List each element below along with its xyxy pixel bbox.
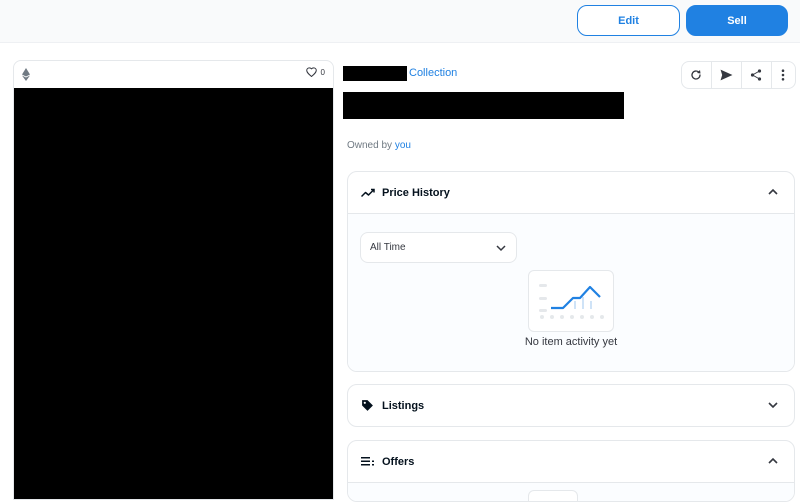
item-toolbar xyxy=(681,61,796,89)
empty-offers-illustration xyxy=(528,490,578,501)
list-icon xyxy=(361,455,375,469)
chevron-up-icon xyxy=(768,457,778,464)
price-history-panel: Price History All Time No item activity … xyxy=(347,171,795,372)
empty-chart-icon xyxy=(539,284,604,319)
send-icon xyxy=(720,69,733,81)
offers-panel: Offers xyxy=(347,440,795,502)
refresh-button[interactable] xyxy=(682,62,712,88)
asset-card-header: 0 xyxy=(14,61,333,88)
transfer-button[interactable] xyxy=(712,62,742,88)
price-history-title: Price History xyxy=(382,186,450,199)
listings-header[interactable]: Listings xyxy=(348,385,794,426)
share-button[interactable] xyxy=(742,62,772,88)
time-filter-select[interactable]: All Time xyxy=(360,232,517,263)
chevron-down-icon xyxy=(496,245,506,252)
favorite-button[interactable]: 0 xyxy=(305,67,325,77)
listings-title: Listings xyxy=(382,399,425,412)
asset-image xyxy=(14,88,333,499)
more-options-button[interactable] xyxy=(772,62,795,88)
heart-icon xyxy=(305,67,317,77)
empty-chart-illustration xyxy=(528,270,614,332)
chevron-up-icon xyxy=(768,188,778,195)
owner-link[interactable]: you xyxy=(395,140,411,151)
redacted-item-title xyxy=(343,92,624,119)
offers-title: Offers xyxy=(382,455,415,468)
more-icon xyxy=(782,69,785,81)
chevron-down-icon xyxy=(768,402,778,409)
no-activity-message: No item activity yet xyxy=(524,336,618,348)
tag-icon xyxy=(361,399,375,413)
listings-panel: Listings xyxy=(347,384,795,427)
time-filter-value: All Time xyxy=(370,242,406,253)
offers-body xyxy=(348,482,794,501)
ethereum-icon xyxy=(22,68,30,81)
favorite-count: 0 xyxy=(320,67,325,77)
asset-image-card: 0 xyxy=(13,60,334,500)
owned-by: Owned by you xyxy=(347,140,411,151)
collection-link[interactable]: Collection xyxy=(409,67,457,79)
price-history-header[interactable]: Price History xyxy=(348,172,794,213)
refresh-icon xyxy=(691,70,702,80)
owned-by-label: Owned by xyxy=(347,140,393,151)
offers-header[interactable]: Offers xyxy=(348,441,794,482)
edit-button[interactable]: Edit xyxy=(577,5,680,36)
redacted-collection-name xyxy=(343,66,407,81)
trending-chart-icon xyxy=(361,186,375,200)
share-icon xyxy=(751,69,762,81)
sell-button[interactable]: Sell xyxy=(686,5,788,36)
top-action-bar: Edit Sell xyxy=(0,0,800,43)
price-history-body: All Time No item activity yet xyxy=(348,213,794,371)
